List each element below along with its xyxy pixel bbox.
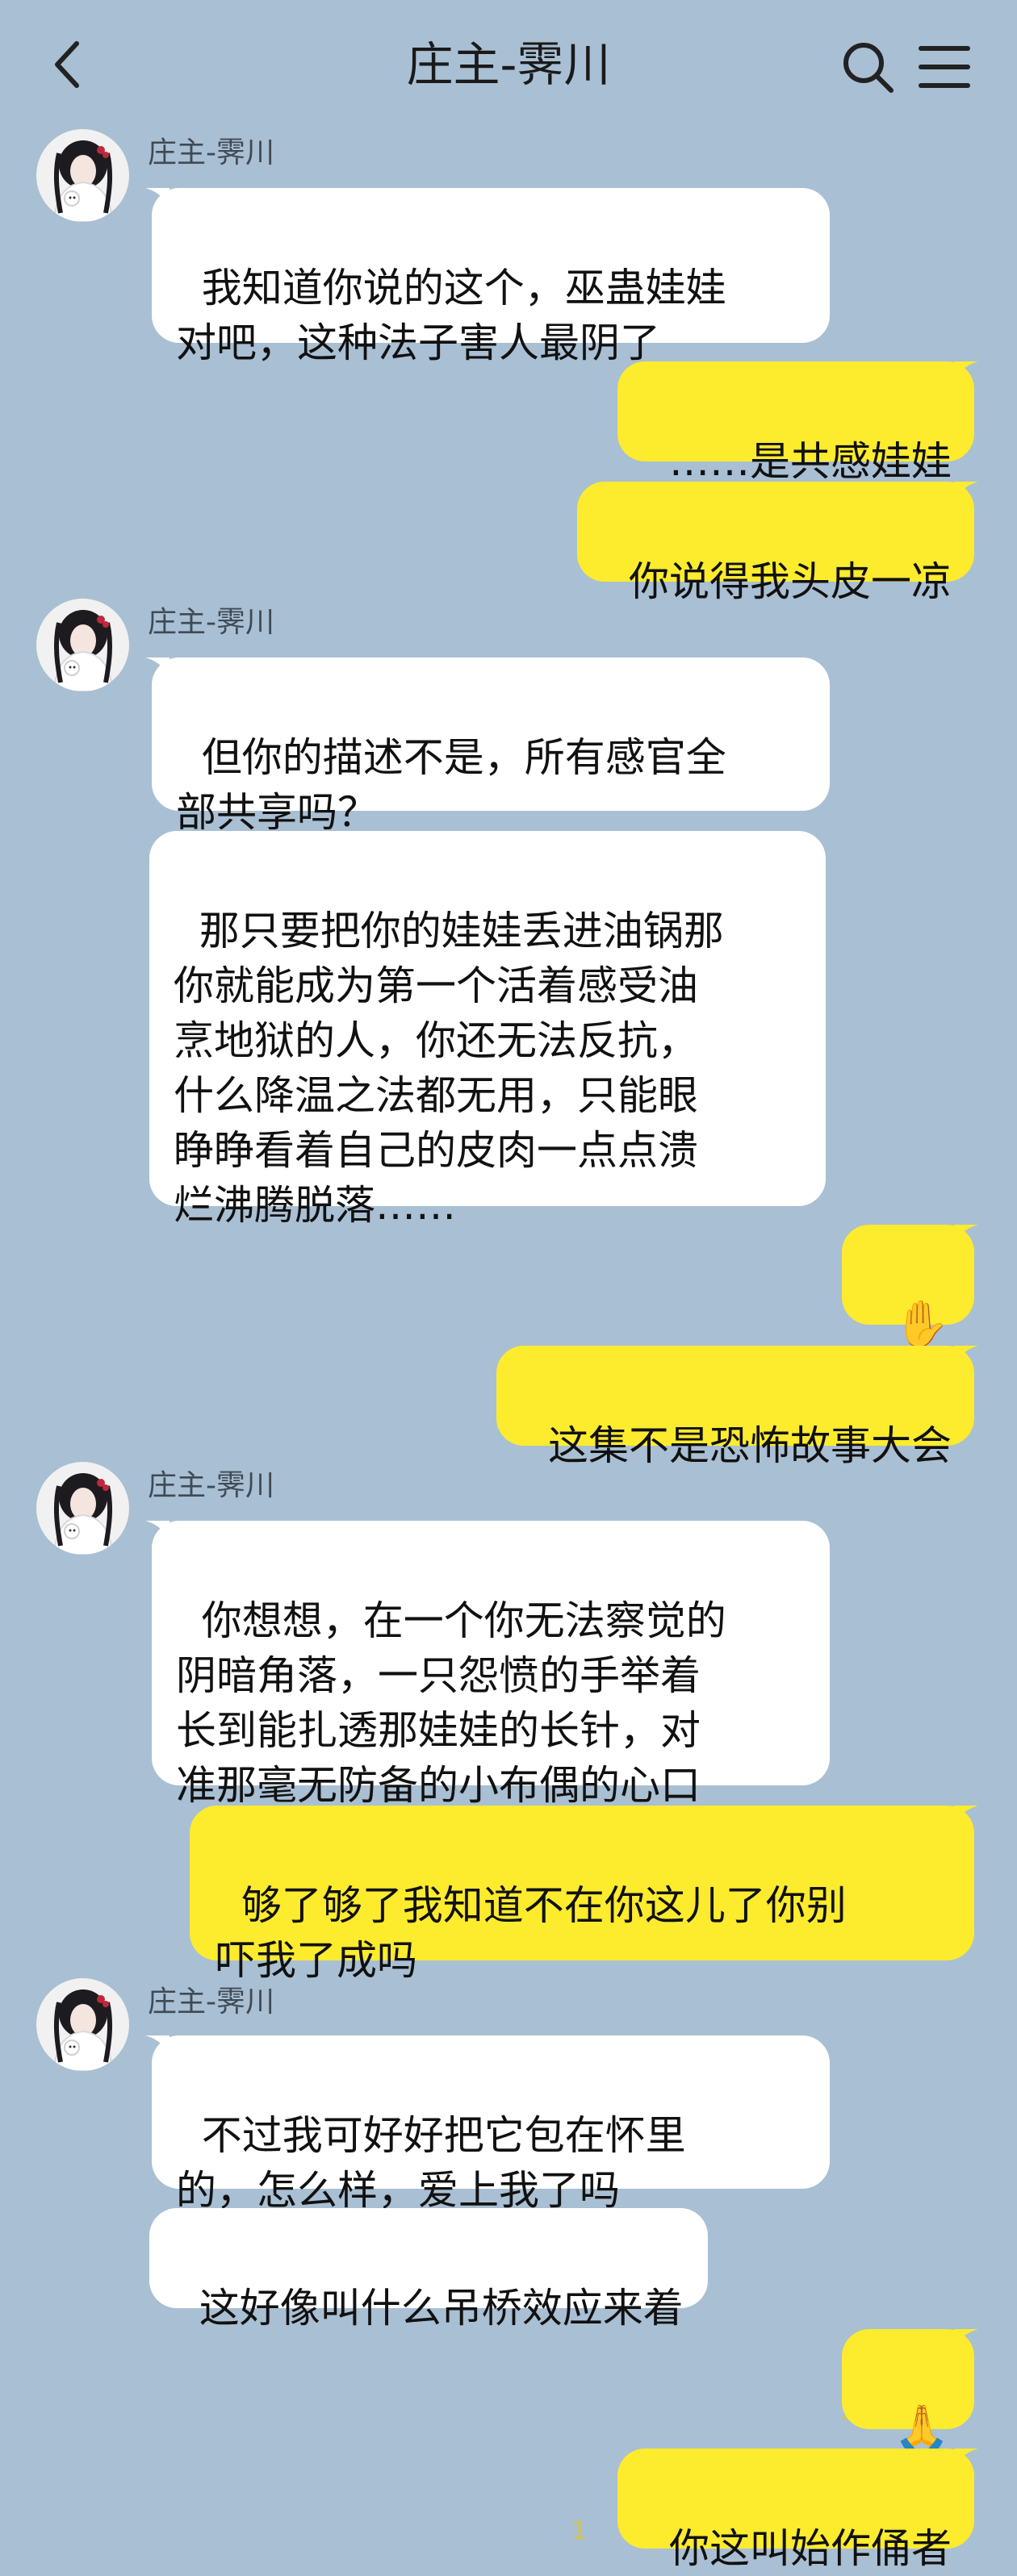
bubble-tail [954,2329,978,2353]
raised-hand-emoji: ✋ [894,1298,950,1351]
bubble-tail [954,1225,978,1249]
message-text: 这好像叫什么吊桥效应来着 [199,2285,684,2332]
incoming-message[interactable]: 但你的描述不是，所有感官全 部共享吗？ [152,658,830,836]
incoming-message[interactable]: 那只要把你的娃娃丢进油锅那 你就能成为第一个活着感受油 烹地狱的人，你还无法反抗… [149,831,826,1229]
outgoing-message[interactable]: ……是共感娃娃 [617,361,974,485]
read-count: 1 [571,2517,588,2545]
message-text: 不过我可好好把它包在怀里 的，怎么样，爱上我了吗 [176,2112,686,2214]
bubble-tail [954,1346,978,1370]
sender-name: 庄主-霁川 [148,606,274,639]
outgoing-message[interactable]: 你这叫始作俑者 [617,2449,974,2572]
incoming-message[interactable]: 不过我可好好把它包在怀里 的，怎么样，爱上我了吗 [152,2035,830,2214]
incoming-message[interactable]: 这好像叫什么吊桥效应来着 [149,2208,708,2332]
message-text: 你这叫始作俑者 [669,2525,952,2572]
message-text: 那只要把你的娃娃丢进油锅那 你就能成为第一个活着感受油 烹地狱的人，你还无法反抗… [174,908,724,1229]
bubble-tail [145,1521,170,1545]
message-text: ……是共感娃娃 [669,438,952,485]
contact-avatar[interactable] [36,1462,129,1555]
message-text: 你说得我头皮一凉 [629,558,952,605]
incoming-message[interactable]: 我知道你说的这个，巫蛊娃娃 对吧，这种法子害人最阴了 [152,188,830,366]
message-text: 你想想，在一个你无法察觉的 阴暗角落，一只怨愤的手举着 长到能扎透那娃娃的长针，… [176,1597,726,1809]
outgoing-message[interactable]: 你说得我头皮一凉 [577,482,974,605]
bubble-tail [954,2449,978,2473]
bubble-tail [145,188,170,212]
menu-button[interactable] [916,39,973,95]
menu-icon [919,46,970,88]
contact-avatar[interactable] [36,129,129,222]
chat-header: 庄主-霁川 [0,0,1017,133]
bubble-tail [954,1806,978,1830]
outgoing-message[interactable]: 够了够了我知道不在你这儿了你别 吓我了成吗 [190,1806,974,1984]
outgoing-message[interactable]: 这集不是恐怖故事大会 [496,1346,974,1469]
message-text: 我知道你说的这个，巫蛊娃娃 对吧，这种法子害人最阴了 [176,265,726,366]
sender-name: 庄主-霁川 [148,1985,274,2019]
search-button[interactable] [839,39,896,95]
contact-avatar[interactable] [36,1978,129,2071]
message-text: 但你的描述不是，所有感官全 部共享吗？ [176,734,726,836]
bubble-tail [145,2035,170,2060]
sender-name: 庄主-霁川 [148,1469,274,1502]
contact-avatar[interactable] [36,599,129,691]
bubble-tail [145,658,170,682]
bubble-tail [954,361,978,386]
bubble-tail [954,482,978,506]
message-text: 这集不是恐怖故事大会 [548,1422,952,1469]
message-text: 够了够了我知道不在你这儿了你别 吓我了成吗 [216,1882,847,1984]
search-icon [843,43,894,93]
incoming-message[interactable]: 你想想，在一个你无法察觉的 阴暗角落，一只怨愤的手举着 长到能扎透那娃娃的长针，… [152,1521,830,1809]
sender-name: 庄主-霁川 [148,136,274,169]
